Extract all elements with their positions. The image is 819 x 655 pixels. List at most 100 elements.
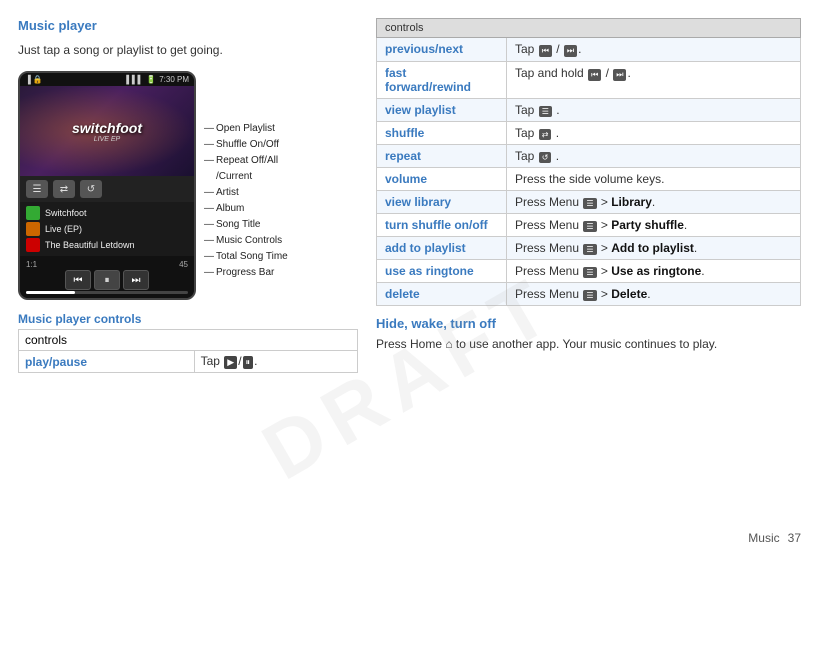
prev-next-key: previous/next [377,38,507,62]
ff-rewind-val: Tap and hold ⏮ / ⏭. [507,62,801,99]
menu-icon-4: ☰ [583,267,596,278]
left-column: Music player Just tap a song or playlist… [18,18,358,537]
use-as-ringtone-val: Press Menu ☰ > Use as ringtone. [507,260,801,283]
use-as-ringtone-key: use as ringtone [377,260,507,283]
section-description: Just tap a song or playlist to get going… [18,43,358,57]
footer-page-number: 37 [788,531,801,545]
repeat-ctrl-icon: ↺ [539,152,552,163]
volume-key: volume [377,168,507,191]
delete-key: delete [377,283,507,306]
next-icon: ⏭ [564,45,577,57]
view-library-val: Press Menu ☰ > Library. [507,191,801,214]
menu-icon-5: ☰ [583,290,596,301]
phone-status-bar: ▐ 🔒 ▌▌▌ 🔋 7:30 PM [20,73,194,86]
ff-rewind-row: fastforward/rewind Tap and hold ⏮ / ⏭. [377,62,801,99]
music-player-controls-section: Music player controls controls play/paus… [18,312,358,373]
total-time: 45 [179,260,188,269]
controls-section-title: Music player controls [18,312,358,326]
phone-playback-bar: 1:1 45 ⏮ ⏸ ⏭ [20,256,194,298]
volume-val: Press the side volume keys. [507,168,801,191]
album-icon [26,222,40,236]
artist-row: Switchfoot [26,205,188,221]
shuffle-val: Tap ⇄ . [507,122,801,145]
turn-shuffle-key: turn shuffle on/off [377,214,507,237]
turn-shuffle-row: turn shuffle on/off Press Menu ☰ > Party… [377,214,801,237]
play-icon: ▶ [224,356,237,369]
add-to-playlist-key: add to playlist [377,237,507,260]
view-playlist-row: view playlist Tap ☰ . [377,99,801,122]
turn-shuffle-val: Press Menu ☰ > Party shuffle. [507,214,801,237]
footer-label: Music [748,531,779,545]
view-playlist-val: Tap ☰ . [507,99,801,122]
annotation-repeat: Repeat Off/All/Current [208,153,288,185]
current-time: 1:1 [26,260,37,269]
library-label: Library [611,195,652,209]
annotation-shuffle: Shuffle On/Off [208,137,288,153]
open-playlist-button[interactable]: ☰ [26,180,48,198]
song-icon [26,238,40,252]
volume-row: volume Press the side volume keys. [377,168,801,191]
prev-button[interactable]: ⏮ [65,270,91,290]
progress-bar-fill [26,291,75,294]
phone-track-info: Switchfoot Live (EP) The Beautiful Letdo… [20,202,194,256]
prev-next-val: Tap ⏮ / ⏭. [507,38,801,62]
signal-icon: ▐ [25,75,31,84]
view-playlist-key: view playlist [377,99,507,122]
repeat-row: repeat Tap ↺ . [377,145,801,168]
album-name: Live (EP) [45,224,82,234]
party-shuffle-label: Party shuffle [611,218,684,232]
delete-row: delete Press Menu ☰ > Delete. [377,283,801,306]
phone-mockup: ▐ 🔒 ▌▌▌ 🔋 7:30 PM switchfoot LIVE EP [18,71,196,300]
shuffle-row: shuffle Tap ⇄ . [377,122,801,145]
use-as-ringtone-row: use as ringtone Press Menu ☰ > Use as ri… [377,260,801,283]
shuffle-ctrl-icon: ⇄ [539,129,552,140]
annotation-song-title: Song Title [208,217,288,233]
status-time: 7:30 PM [159,75,189,84]
rw-icon: ⏭ [613,69,626,81]
controls-header-cell: controls [19,330,358,351]
progress-bar [26,291,188,294]
phone-wrapper: ▐ 🔒 ▌▌▌ 🔋 7:30 PM switchfoot LIVE EP [18,71,358,300]
section-title-music-player: Music player [18,18,358,33]
page-footer: Music 37 [748,531,801,545]
playlist-icon: ☰ [539,106,552,117]
page-container: Music player Just tap a song or playlist… [0,0,819,555]
status-icons: ▐ 🔒 [25,75,43,84]
wifi-icon: ▌▌▌ [126,75,143,84]
annotation-artist: Artist [208,185,288,201]
time-row: 1:1 45 [24,259,190,270]
view-library-row: view library Press Menu ☰ > Library. [377,191,801,214]
delete-label: Delete [611,287,647,301]
song-row: The Beautiful Letdown [26,237,188,253]
hide-title: Hide, wake, turn off [376,316,801,331]
play-pause-button[interactable]: ⏸ [94,270,120,290]
controls-table-left: controls play/pause Tap ▶/⏸. [18,329,358,373]
status-icons-right: ▌▌▌ 🔋 7:30 PM [126,75,189,84]
annotation-progress-bar: Progress Bar [208,265,288,281]
prev-icon: ⏮ [539,45,552,57]
menu-icon-1: ☰ [583,198,596,209]
album-art: switchfoot LIVE EP [20,86,194,176]
repeat-button[interactable]: ↺ [80,180,102,198]
annotation-music-controls: Music Controls [208,233,288,249]
artist-icon [26,206,40,220]
shuffle-button[interactable]: ⇄ [53,180,75,198]
menu-icon-3: ☰ [583,244,596,255]
ff-icon: ⏮ [588,69,601,81]
hide-text: Press Home ⌂ to use another app. Your mu… [376,335,801,353]
song-title: The Beautiful Letdown [45,240,135,250]
next-button[interactable]: ⏭ [123,270,149,290]
add-to-playlist-val: Press Menu ☰ > Add to playlist. [507,237,801,260]
add-to-playlist-label: Add to playlist [611,241,694,255]
ff-rewind-key: fastforward/rewind [377,62,507,99]
annotations: Open Playlist Shuffle On/Off Repeat Off/… [208,71,288,281]
play-pause-key: play/pause [19,351,195,373]
menu-icon-2: ☰ [583,221,596,232]
battery-icon: 🔋 [146,75,156,84]
play-pause-val: Tap ▶/⏸. [194,351,357,373]
lock-icon: 🔒 [33,75,43,84]
right-table-header-cell: controls [377,19,801,38]
repeat-val: Tap ↺ . [507,145,801,168]
controls-header-row: controls [19,330,358,351]
pause-icon: ⏸ [243,356,254,369]
